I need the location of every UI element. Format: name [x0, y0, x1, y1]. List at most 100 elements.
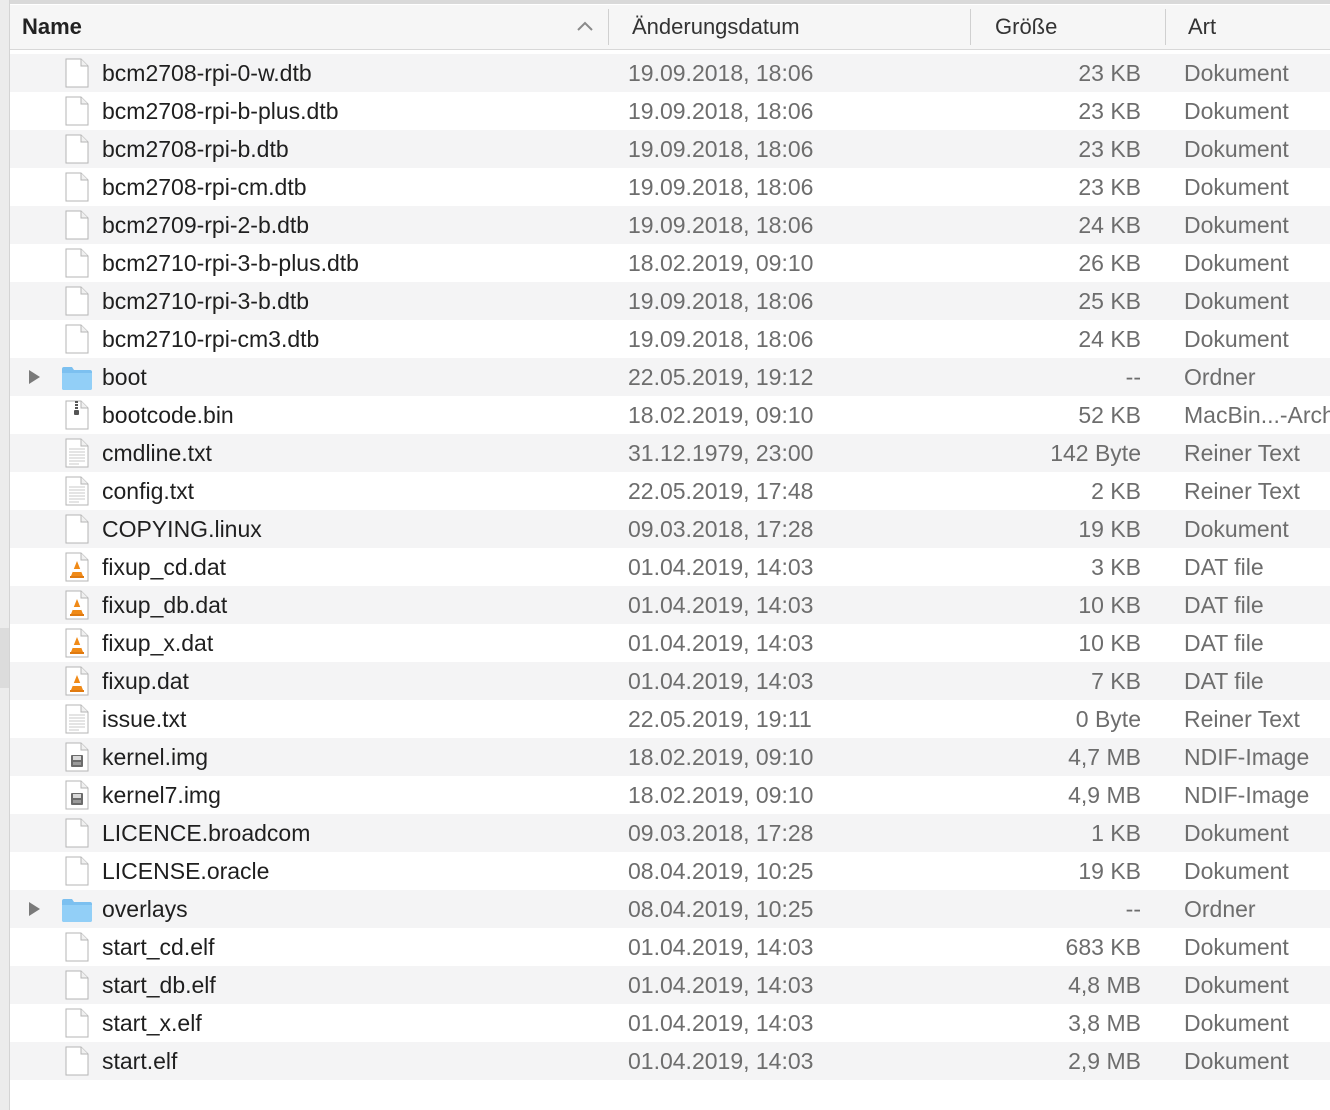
file-row[interactable]: bcm2710-rpi-3-b.dtb 19.09.2018, 18:06 25 K… [10, 282, 1330, 320]
document-icon [65, 248, 89, 278]
file-size: 23 KB [1078, 136, 1141, 162]
column-separator[interactable] [608, 9, 609, 45]
file-modified-date: 01.04.2019, 14:03 [628, 592, 814, 618]
file-name: bootcode.bin [102, 402, 234, 428]
file-kind: Dokument [1184, 934, 1289, 960]
file-row[interactable]: LICENCE.broadcom 09.03.2018, 17:28 1 KB Dok… [10, 814, 1330, 852]
file-row[interactable]: bcm2709-rpi-2-b.dtb 19.09.2018, 18:06 24 K… [10, 206, 1330, 244]
file-modified-date: 08.04.2019, 10:25 [628, 858, 814, 884]
file-row[interactable]: LICENSE.oracle 08.04.2019, 10:25 19 KB Doku… [10, 852, 1330, 890]
file-row[interactable]: bcm2708-rpi-b.dtb 19.09.2018, 18:06 23 KB D… [10, 130, 1330, 168]
file-row[interactable]: bcm2710-rpi-3-b-plus.dtb 18.02.2019, 09:1… [10, 244, 1330, 282]
file-modified-date: 08.04.2019, 10:25 [628, 896, 814, 922]
file-kind: NDIF-Image [1184, 782, 1310, 808]
file-size: 24 KB [1078, 326, 1141, 352]
file-modified-date: 19.09.2018, 18:06 [628, 326, 814, 352]
file-name: bcm2710-rpi-cm3.dtb [102, 326, 320, 352]
file-kind: Reiner Text [1184, 478, 1300, 504]
folder-row[interactable]: overlays 08.04.2019, 10:25 -- Ordner [10, 890, 1330, 928]
file-size: 142 Byte [1050, 440, 1141, 466]
file-kind: DAT file [1184, 630, 1264, 656]
file-name: bcm2708-rpi-b.dtb [102, 136, 289, 162]
file-size: 683 KB [1065, 934, 1141, 960]
column-separator[interactable] [1165, 9, 1166, 45]
file-modified-date: 19.09.2018, 18:06 [628, 288, 814, 314]
file-size: -- [1125, 896, 1141, 922]
file-name: start.elf [102, 1048, 178, 1074]
column-header-kind[interactable]: Art [1188, 5, 1216, 49]
file-row[interactable]: kernel7.img 18.02.2019, 09:10 4,9 MB NDIF-I… [10, 776, 1330, 814]
document-icon [65, 1008, 89, 1038]
file-name: start_x.elf [102, 1010, 202, 1036]
file-row[interactable]: config.txt 22.05.2019, 17:48 2 KB Reiner Te… [10, 472, 1330, 510]
file-row[interactable]: kernel.img 18.02.2019, 09:10 4,7 MB NDIF-Im… [10, 738, 1330, 776]
disclosure-triangle-icon[interactable] [26, 901, 42, 917]
file-modified-date: 19.09.2018, 18:06 [628, 212, 814, 238]
file-row[interactable]: bootcode.bin 18.02.2019, 09:10 52 KB MacBin… [10, 396, 1330, 434]
file-modified-date: 18.02.2019, 09:10 [628, 250, 814, 276]
file-row[interactable]: bcm2708-rpi-0-w.dtb 19.09.2018, 18:06 23 K… [10, 54, 1330, 92]
file-kind: Dokument [1184, 326, 1289, 352]
file-kind: Reiner Text [1184, 440, 1300, 466]
file-size: 23 KB [1078, 98, 1141, 124]
file-kind: Dokument [1184, 1010, 1289, 1036]
file-modified-date: 01.04.2019, 14:03 [628, 934, 814, 960]
file-row[interactable]: start.elf 01.04.2019, 14:03 2,9 MB Dokument [10, 1042, 1330, 1080]
file-row[interactable]: start_db.elf 01.04.2019, 14:03 4,8 MB Dokum… [10, 966, 1330, 1004]
folder-icon [62, 367, 92, 390]
folder-row[interactable]: boot 22.05.2019, 19:12 -- Ordner [10, 358, 1330, 396]
file-kind: Dokument [1184, 1048, 1289, 1074]
file-size: 19 KB [1078, 858, 1141, 884]
vlc-file-icon [65, 666, 89, 696]
file-name: bcm2709-rpi-2-b.dtb [102, 212, 310, 238]
file-size: 0 Byte [1075, 706, 1141, 732]
file-kind: Dokument [1184, 98, 1289, 124]
file-kind: Reiner Text [1184, 706, 1300, 732]
file-modified-date: 09.03.2018, 17:28 [628, 516, 814, 542]
column-header-size[interactable]: Größe [995, 5, 1057, 49]
file-row[interactable]: bcm2708-rpi-b-plus.dtb 19.09.2018, 18:06 2… [10, 92, 1330, 130]
file-row[interactable]: bcm2708-rpi-cm.dtb 19.09.2018, 18:06 23 KB… [10, 168, 1330, 206]
file-row[interactable]: bcm2710-rpi-cm3.dtb 19.09.2018, 18:06 24 K… [10, 320, 1330, 358]
file-row[interactable]: fixup_cd.dat 01.04.2019, 14:03 3 KB DAT fil… [10, 548, 1330, 586]
file-row[interactable]: fixup_db.dat 01.04.2019, 14:03 10 KB DAT fi… [10, 586, 1330, 624]
file-name: LICENCE.broadcom [102, 820, 311, 846]
document-icon [65, 324, 89, 354]
left-gutter [0, 0, 10, 1110]
file-modified-date: 01.04.2019, 14:03 [628, 630, 814, 656]
file-name: fixup_x.dat [102, 630, 214, 656]
column-header-date[interactable]: Änderungsdatum [632, 5, 800, 49]
file-name: overlays [102, 896, 188, 922]
disclosure-triangle-icon[interactable] [26, 369, 42, 385]
file-size: 1 KB [1091, 820, 1141, 846]
file-name: LICENSE.oracle [102, 858, 270, 884]
file-size: 52 KB [1078, 402, 1141, 428]
file-name: bcm2708-rpi-cm.dtb [102, 174, 307, 200]
disk-image-icon [65, 742, 89, 772]
file-row[interactable]: cmdline.txt 31.12.1979, 23:00 142 Byte Rein… [10, 434, 1330, 472]
file-name: bcm2710-rpi-3-b-plus.dtb [102, 250, 359, 276]
file-kind: Dokument [1184, 858, 1289, 884]
file-row[interactable]: issue.txt 22.05.2019, 19:11 0 Byte Reiner T… [10, 700, 1330, 738]
sort-ascending-icon[interactable] [576, 19, 594, 33]
text-file-icon [65, 438, 89, 468]
file-row[interactable]: fixup.dat 01.04.2019, 14:03 7 KB DAT file [10, 662, 1330, 700]
file-row[interactable]: COPYING.linux 09.03.2018, 17:28 19 KB Dokum… [10, 510, 1330, 548]
file-size: 26 KB [1078, 250, 1141, 276]
file-modified-date: 22.05.2019, 17:48 [628, 478, 814, 504]
text-file-icon [65, 476, 89, 506]
file-row[interactable]: start_cd.elf 01.04.2019, 14:03 683 KB Dokum… [10, 928, 1330, 966]
column-header-name[interactable]: Name [22, 5, 82, 49]
document-icon [65, 818, 89, 848]
file-kind: Dokument [1184, 174, 1289, 200]
file-name: COPYING.linux [102, 516, 262, 542]
file-kind: NDIF-Image [1184, 744, 1310, 770]
file-name: cmdline.txt [102, 440, 212, 466]
file-modified-date: 01.04.2019, 14:03 [628, 554, 814, 580]
file-name: fixup.dat [102, 668, 189, 694]
column-separator[interactable] [970, 9, 971, 45]
file-size: 23 KB [1078, 174, 1141, 200]
file-modified-date: 19.09.2018, 18:06 [628, 136, 814, 162]
file-row[interactable]: fixup_x.dat 01.04.2019, 14:03 10 KB DAT fil… [10, 624, 1330, 662]
file-row[interactable]: start_x.elf 01.04.2019, 14:03 3,8 MB Dokume… [10, 1004, 1330, 1042]
